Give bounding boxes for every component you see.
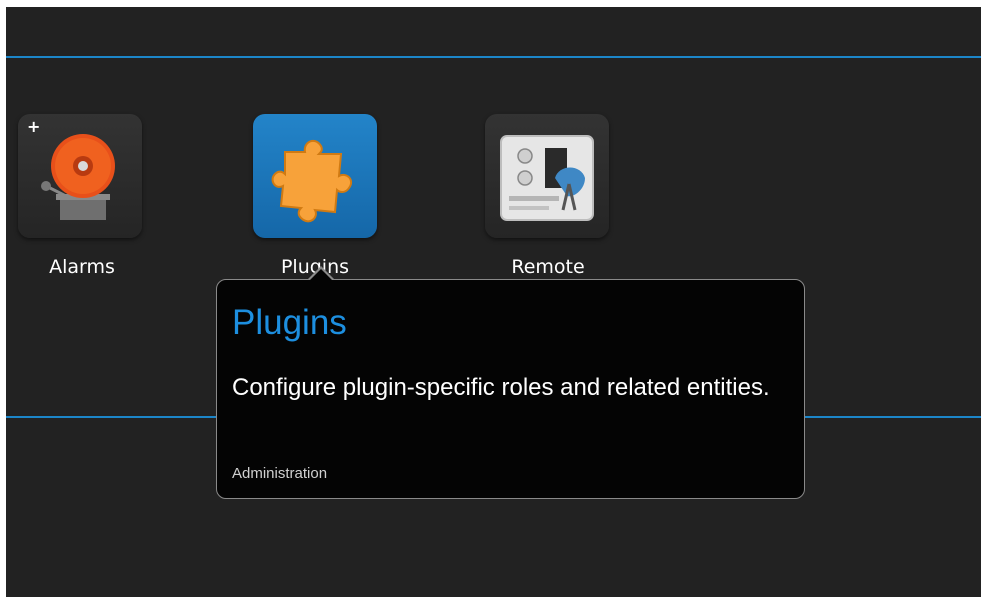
- separator-top: [6, 56, 981, 58]
- remote-label-line1: Remote: [511, 256, 585, 278]
- remote-configuration-icon: [500, 135, 594, 221]
- plugins-tooltip: Plugins Configure plugin-specific roles …: [216, 266, 805, 499]
- tooltip-description: Configure plugin-specific roles and rela…: [232, 374, 770, 401]
- alarms-label: Alarms: [49, 256, 115, 278]
- puzzle-piece-icon: [271, 139, 353, 223]
- tooltip-title: Plugins: [232, 303, 347, 342]
- tooltip-category: Administration: [232, 465, 328, 482]
- alarm-bell-icon: [41, 134, 115, 220]
- tooltip-pointer-fill: [309, 269, 333, 281]
- remote-configuration-tile[interactable]: [485, 114, 609, 238]
- alarms-tile[interactable]: +: [18, 114, 142, 238]
- plugins-tile[interactable]: [253, 114, 377, 238]
